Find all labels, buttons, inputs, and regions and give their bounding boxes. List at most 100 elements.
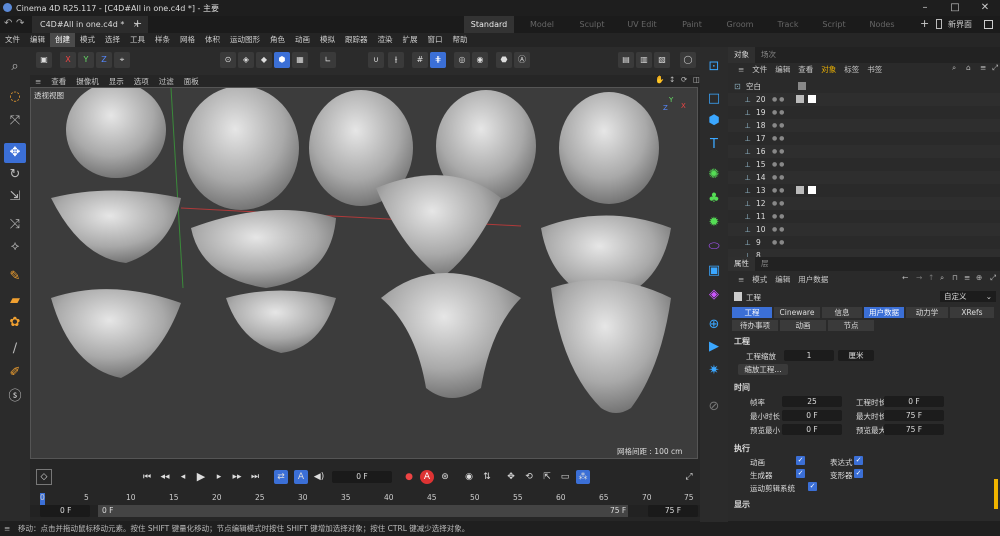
object-row[interactable]: ⟂ 14 ● ● xyxy=(728,171,1000,184)
menu-edit[interactable]: 编辑 xyxy=(25,33,50,47)
axis-y-button[interactable]: Y xyxy=(78,52,94,68)
scale-project-button[interactable]: 缩放工程... xyxy=(738,364,788,375)
object-row[interactable]: ⟂ 13 ● ● xyxy=(728,184,1000,197)
visibility-dots[interactable]: ● ● xyxy=(772,106,784,119)
symmetry-icon[interactable]: ⫲ xyxy=(388,52,404,68)
layout-menu-icon[interactable] xyxy=(984,20,993,29)
expressions-checkbox[interactable]: ✓ xyxy=(854,456,863,465)
range-end-field[interactable]: 75 F xyxy=(648,505,698,517)
motion-clip-system-checkbox[interactable]: ✓ xyxy=(808,482,817,491)
om-menu-object[interactable]: 对象 xyxy=(817,64,840,75)
polygons-mode-icon[interactable]: ◆ xyxy=(256,52,272,68)
visibility-dots[interactable]: ● ● xyxy=(772,171,784,184)
live-selection-icon[interactable]: ◌ xyxy=(4,87,26,107)
brush-icon[interactable]: ∕ xyxy=(4,339,26,359)
search-icon[interactable]: ⌕ xyxy=(4,57,26,77)
go-to-end-icon[interactable]: ⏭ xyxy=(248,470,262,484)
viewport-menu-camera[interactable]: 摄像机 xyxy=(71,76,104,87)
workplane-icon[interactable]: ∟ xyxy=(320,52,336,68)
am-new-icon[interactable]: ⊕ xyxy=(972,273,986,282)
search-commander-icon[interactable]: ◯ xyxy=(680,52,696,68)
render-queue-icon[interactable]: ▧ xyxy=(654,52,670,68)
previous-key-icon[interactable]: ◂◂ xyxy=(158,470,172,484)
object-root-row[interactable]: ⊡ 空白 xyxy=(728,80,1000,93)
om-menu-edit[interactable]: 编辑 xyxy=(771,64,794,75)
camera-icon[interactable]: ▶ xyxy=(704,337,724,357)
transform-tool-icon[interactable]: ⤨ xyxy=(4,215,26,235)
go-to-start-icon[interactable]: ⏮ xyxy=(140,470,154,484)
pla-key-icon[interactable]: ⁂ xyxy=(576,470,590,484)
range-start-field[interactable]: 0 F xyxy=(40,505,90,517)
visibility-dots[interactable]: ● ● xyxy=(772,210,784,223)
rotation-key-icon[interactable]: ⟲ xyxy=(522,470,536,484)
object-row[interactable]: ⟂ 15 ● ● xyxy=(728,158,1000,171)
scale-key-icon[interactable]: ⇱ xyxy=(540,470,554,484)
object-row[interactable]: ⟂ 17 ● ● xyxy=(728,132,1000,145)
subtab-project[interactable]: 工程 xyxy=(732,307,772,318)
undo-icon[interactable]: ↶ xyxy=(4,18,12,29)
axis-z-button[interactable]: Z xyxy=(96,52,112,68)
object-row[interactable]: ⟂ 18 ● ● xyxy=(728,119,1000,132)
text-icon[interactable]: T xyxy=(704,135,724,155)
new-layout-label[interactable]: 新界面 xyxy=(948,16,972,33)
environment-icon[interactable]: ⊕ xyxy=(704,315,724,335)
loop-icon[interactable]: ⇄ xyxy=(274,470,288,484)
om-search-icon[interactable]: ⌕ xyxy=(948,63,960,73)
om-menu-bookmarks[interactable]: 书签 xyxy=(863,64,886,75)
menu-extensions[interactable]: 扩展 xyxy=(398,33,423,47)
layout-tab-uv-edit[interactable]: UV Edit xyxy=(620,16,664,33)
om-menu-view[interactable]: 查看 xyxy=(794,64,817,75)
deformer-icon[interactable]: ⬭ xyxy=(704,237,724,257)
minimize-button[interactable]: – xyxy=(910,0,940,16)
preview-min-field[interactable]: 0 F xyxy=(782,424,842,435)
generator-icon[interactable]: ✺ xyxy=(704,165,724,185)
subtab-animation[interactable]: 动画 xyxy=(780,320,826,331)
am-back-icon[interactable]: ← xyxy=(898,273,912,282)
volume-icon[interactable]: ◈ xyxy=(704,285,724,305)
om-expand-icon[interactable]: ⤢ xyxy=(988,63,1000,73)
checker-tag-icon[interactable] xyxy=(796,186,804,194)
null-object-icon[interactable]: ⊡ xyxy=(704,57,724,77)
am-menu-icon[interactable]: ≡ xyxy=(734,275,748,284)
object-mode-icon[interactable]: ⬢ xyxy=(274,52,290,68)
viewport-menu-panel[interactable]: 面板 xyxy=(179,76,204,87)
scale-tool-icon[interactable]: ⇲ xyxy=(4,187,26,207)
menu-simulate[interactable]: 模拟 xyxy=(315,33,340,47)
perspective-viewport[interactable]: 透视视图 Y X Z 网格间距 : 100 cm xyxy=(30,87,698,459)
effector-icon[interactable]: ✹ xyxy=(704,213,724,233)
object-row[interactable]: ⟂ 19 ● ● xyxy=(728,106,1000,119)
texture-mode-icon[interactable]: ▦ xyxy=(292,52,308,68)
tab-objects[interactable]: 对象 xyxy=(728,47,755,63)
snap-icon[interactable]: ⋕ xyxy=(430,52,446,68)
subtab-nodes[interactable]: 节点 xyxy=(828,320,874,331)
viewport-menu-filter[interactable]: 过滤 xyxy=(154,76,179,87)
generators-checkbox[interactable]: ✓ xyxy=(796,469,805,478)
min-time-field[interactable]: 0 F xyxy=(782,410,842,421)
material-tag-icon[interactable] xyxy=(798,82,806,90)
axis-x-button[interactable]: X xyxy=(60,52,76,68)
visibility-dots[interactable]: ● ● xyxy=(772,184,784,197)
keyframe-selection-icon[interactable]: ⊛ xyxy=(438,470,452,484)
menu-mesh[interactable]: 网格 xyxy=(175,33,200,47)
light-icon[interactable]: ✷ xyxy=(704,361,724,381)
frame-ruler[interactable]: 0 5 10 15 20 25 30 35 40 45 50 55 60 65 … xyxy=(30,493,700,505)
project-scale-field[interactable]: 1 xyxy=(784,350,834,361)
tab-takes[interactable]: 场次 xyxy=(755,47,782,63)
render-region-icon[interactable]: ◎ xyxy=(454,52,470,68)
visibility-dots[interactable]: ● ● xyxy=(772,119,784,132)
layout-tab-nodes[interactable]: Nodes xyxy=(860,16,904,33)
autokey-icon[interactable]: A xyxy=(420,470,434,484)
layout-tab-standard[interactable]: Standard xyxy=(464,16,514,33)
om-menu-tags[interactable]: 标签 xyxy=(840,64,863,75)
am-search-icon[interactable]: ⌕ xyxy=(936,273,948,283)
visibility-dots[interactable]: ● ● xyxy=(772,158,784,171)
layout-tab-sculpt[interactable]: Sculpt xyxy=(570,16,614,33)
knife-icon[interactable]: ✐ xyxy=(4,363,26,383)
viewport-menu-icon[interactable]: ≡ xyxy=(30,77,46,86)
motion-record-icon[interactable]: ◉ xyxy=(462,470,476,484)
am-menu-edit[interactable]: 编辑 xyxy=(771,274,794,285)
object-row[interactable]: ⟂ 16 ● ● xyxy=(728,145,1000,158)
magnet-icon[interactable]: ∪ xyxy=(368,52,384,68)
layout-tab-model[interactable]: Model xyxy=(520,16,564,33)
max-time-field[interactable]: 75 F xyxy=(884,410,944,421)
